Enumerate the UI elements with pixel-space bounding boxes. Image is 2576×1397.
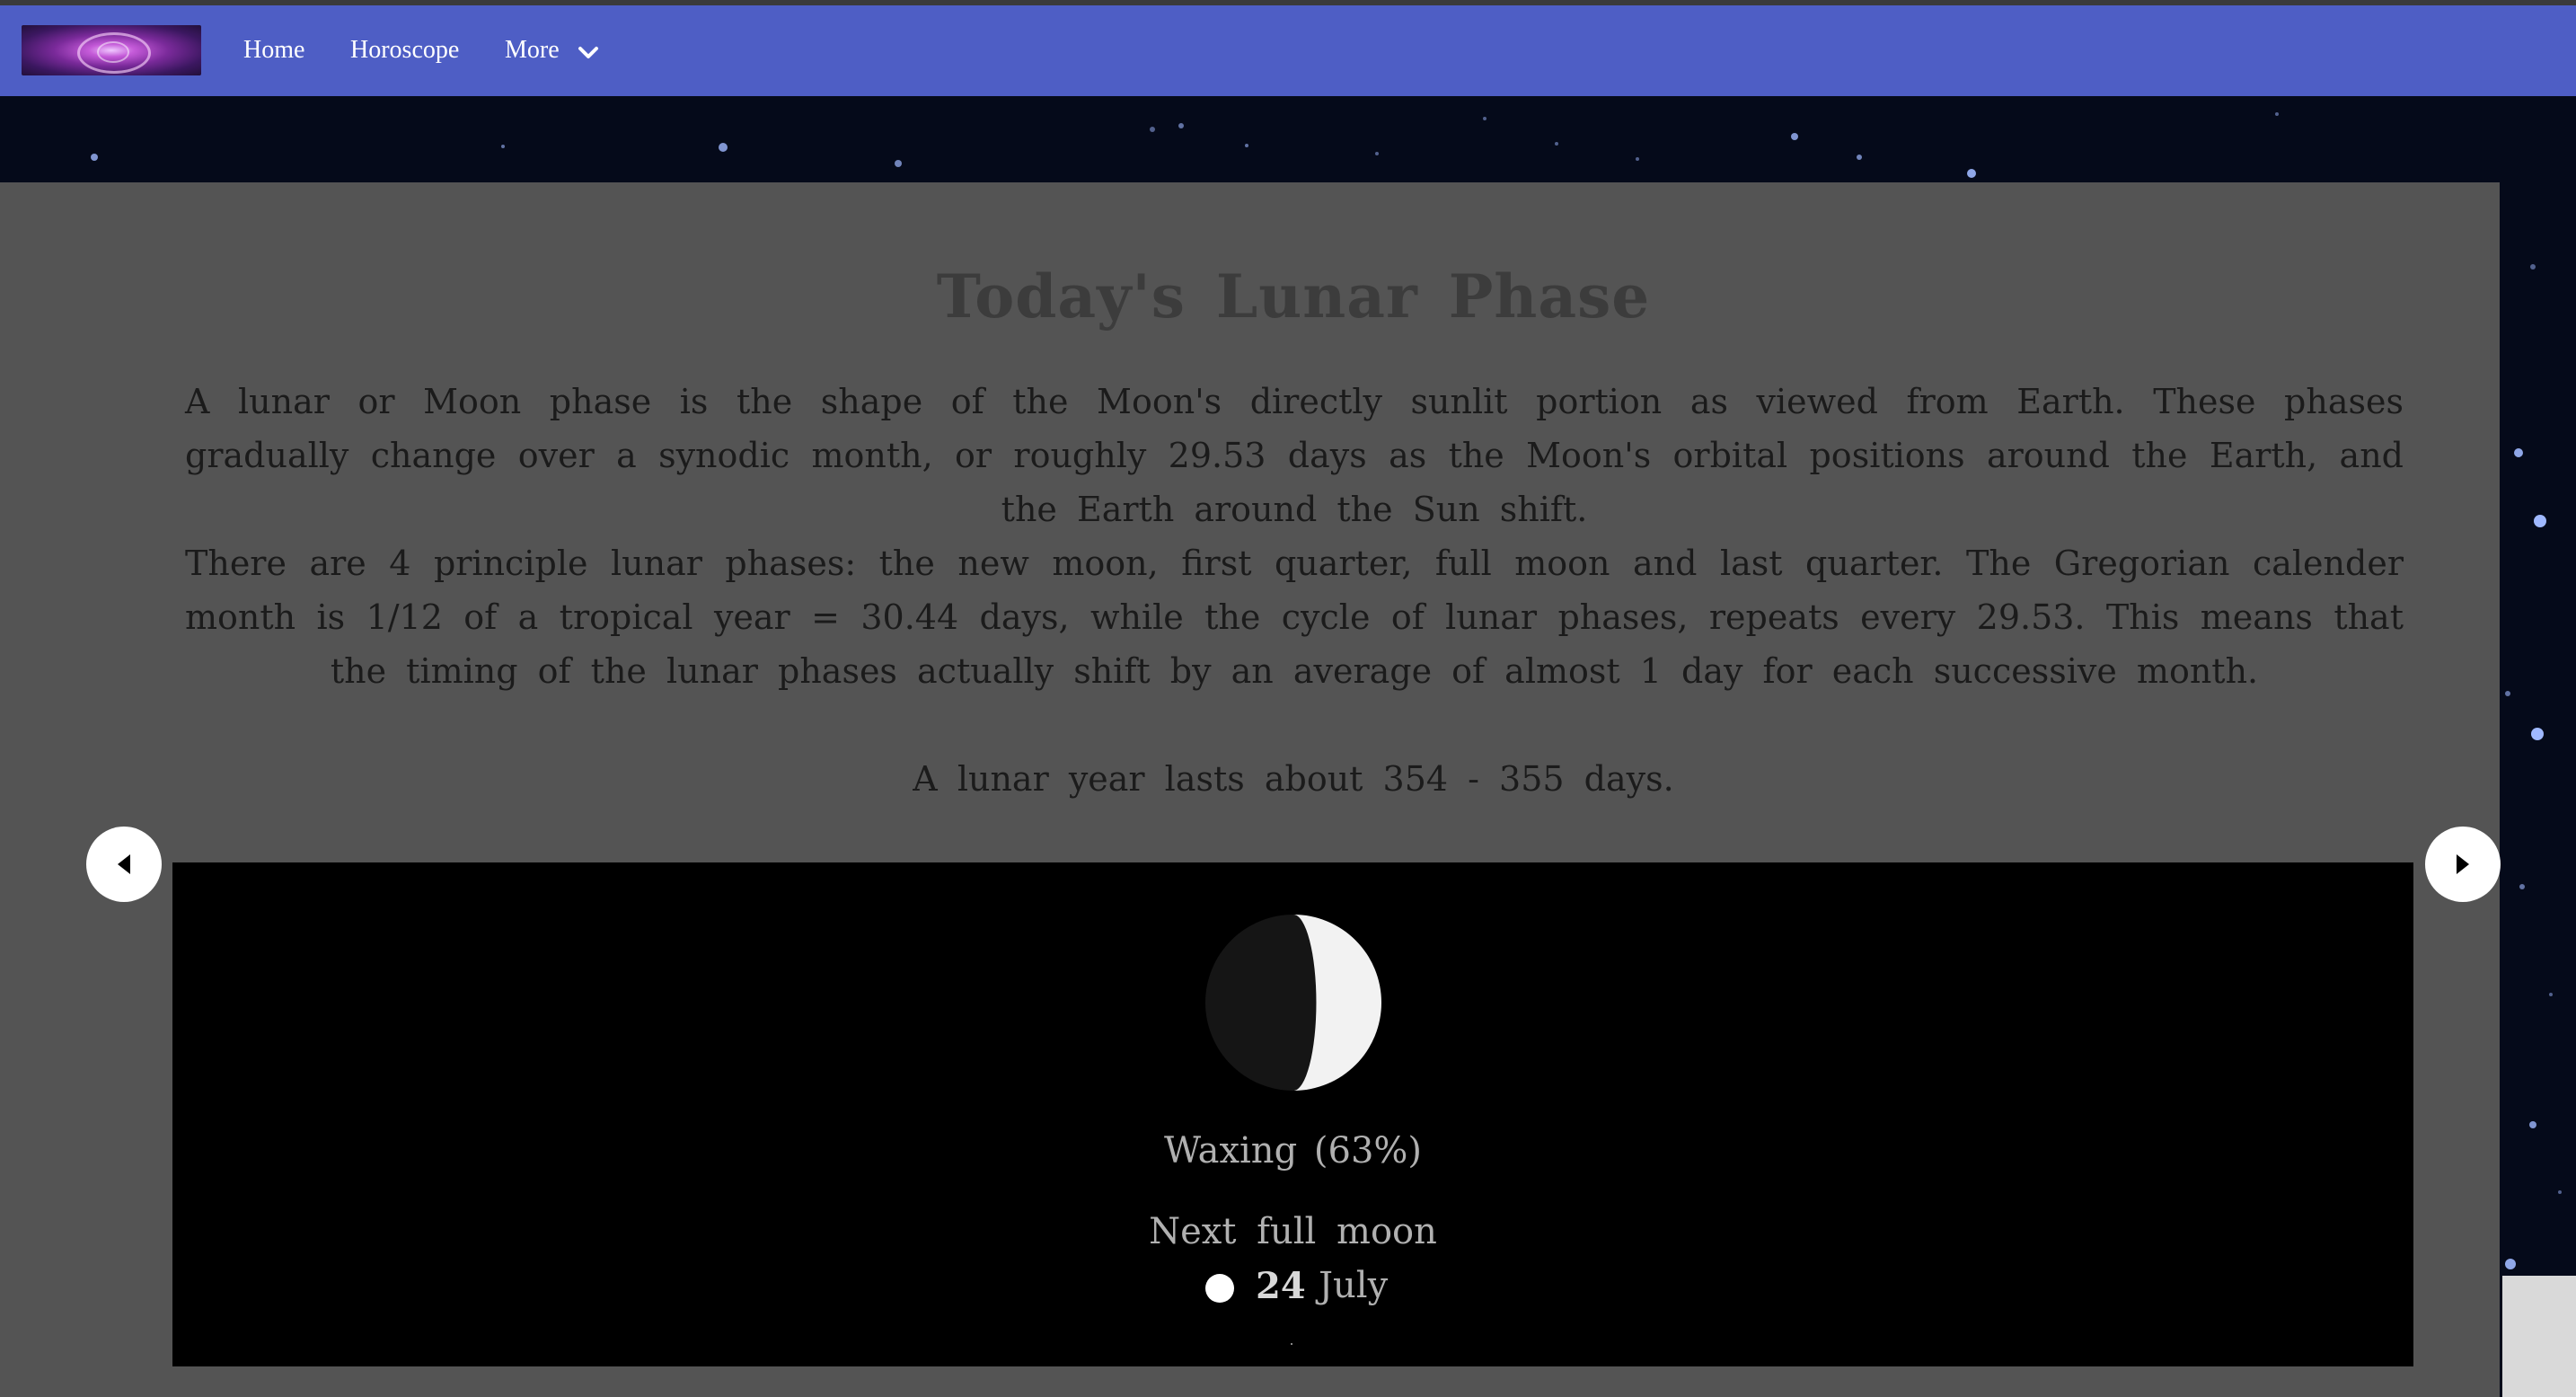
next-slide-button[interactable] (2425, 827, 2501, 902)
prev-slide-button[interactable] (86, 827, 162, 902)
nav-horoscope-link[interactable]: Horoscope (350, 36, 459, 65)
next-full-moon-day: 24 (1256, 1265, 1306, 1307)
caret-left-icon (118, 854, 130, 874)
moon-phase-label: Waxing (63%) (1163, 1130, 1423, 1172)
lunar-year-paragraph: A lunar year lasts about 354 - 355 days. (913, 759, 1674, 799)
carousel-indicator[interactable] (1291, 1343, 1292, 1345)
chevron-down-icon[interactable] (577, 41, 600, 65)
nav-home-link[interactable]: Home (243, 36, 304, 65)
page-edge-strip (2502, 1276, 2576, 1397)
page-title: Today's Lunar Phase (936, 261, 1651, 332)
moon-phase-card: Waxing (63%) Next full moon 24 July (172, 862, 2413, 1366)
top-navbar: Home Horoscope More (0, 5, 2576, 96)
next-full-moon-label: Next full moon (1149, 1211, 1437, 1252)
next-full-moon-month: July (1319, 1265, 1389, 1306)
phases-paragraph: There are 4 principle lunar phases: the … (185, 544, 2404, 691)
caret-right-icon (2457, 854, 2469, 874)
site-logo[interactable] (22, 25, 201, 75)
moon-phase-icon (1205, 915, 1381, 1091)
full-moon-dot-icon (1205, 1274, 1234, 1303)
intro-paragraph: A lunar or Moon phase is the shape of th… (185, 382, 2404, 529)
nav-more-link[interactable]: More (505, 36, 560, 65)
